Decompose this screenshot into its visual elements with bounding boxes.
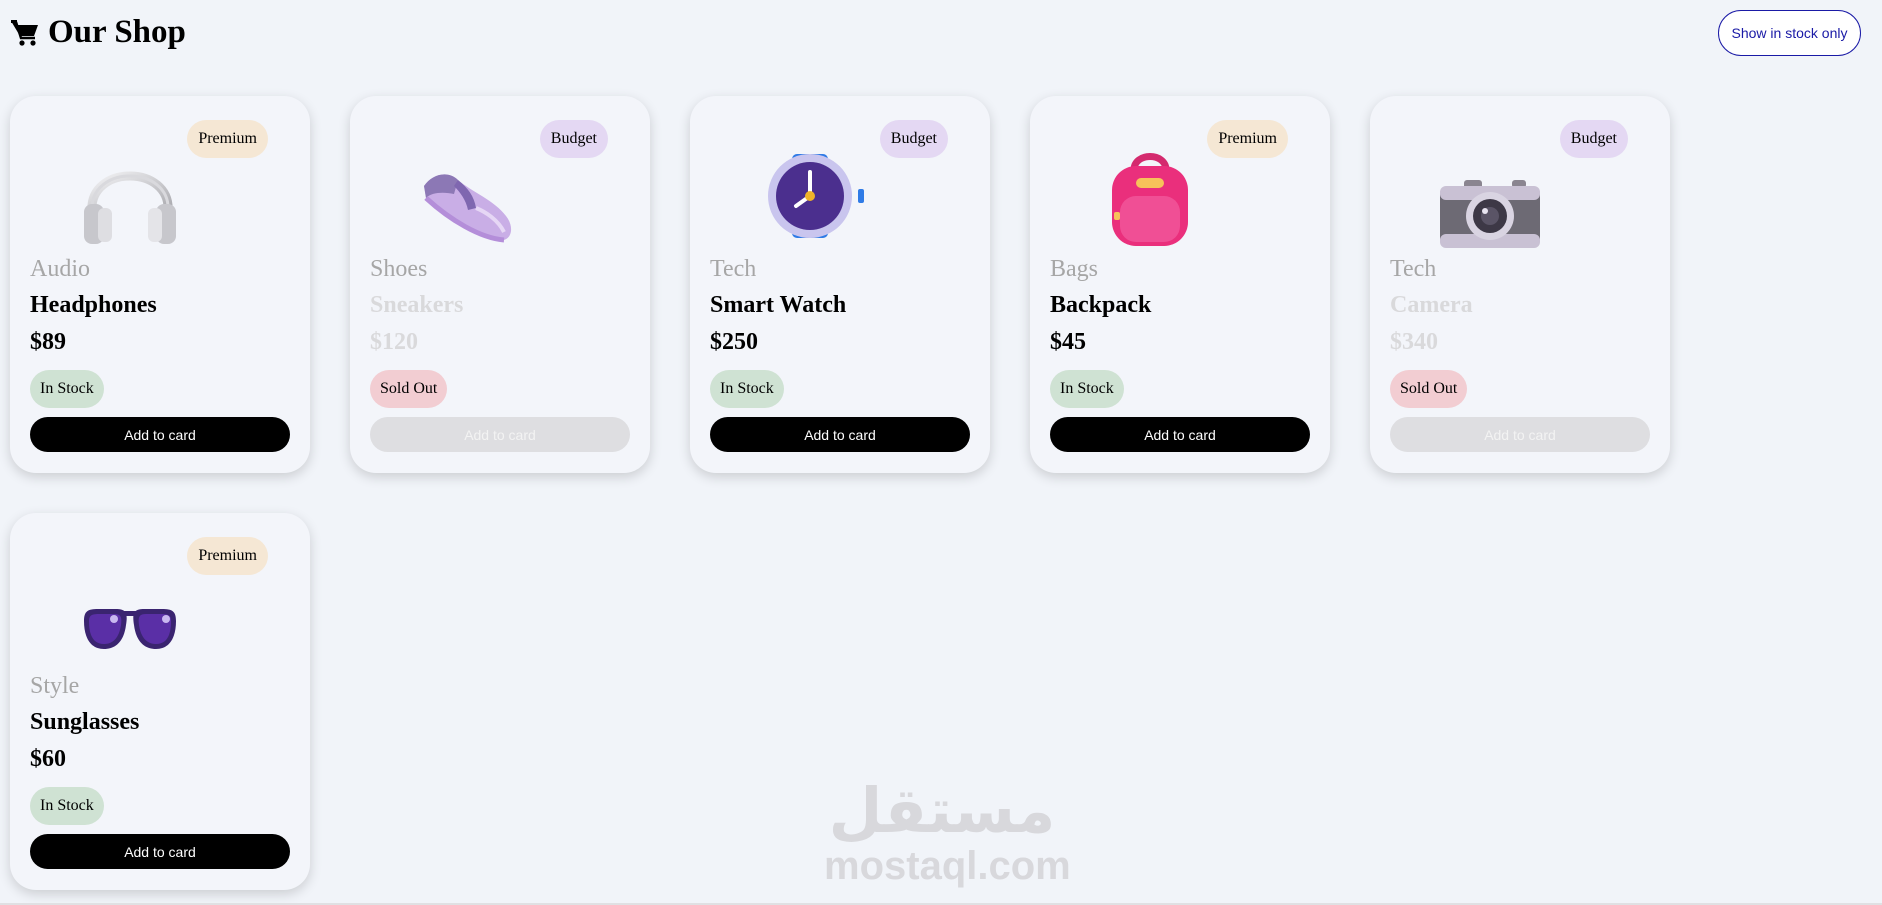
product-category: Audio (30, 256, 90, 282)
watermark-arabic: مستقل (828, 774, 1056, 847)
product-card: Premium Style Sunglasses $60 In Stock Ad… (10, 513, 310, 890)
sneaker-icon (424, 174, 512, 243)
product-category: Style (30, 673, 80, 699)
headphones-icon (84, 171, 176, 244)
product-price: $120 (370, 329, 418, 355)
product-price: $250 (710, 329, 758, 355)
product-name: Backpack (1050, 292, 1152, 318)
product-category: Tech (1390, 256, 1437, 282)
show-in-stock-only-button[interactable]: Show in stock only (1718, 10, 1861, 56)
tier-badge: Budget (539, 120, 608, 158)
add-to-card-button[interactable]: Add to card (1050, 417, 1310, 452)
product-price: $89 (30, 329, 66, 355)
tier-badge: Premium (187, 120, 268, 158)
page-title-text: Our Shop (48, 14, 186, 50)
product-category: Shoes (370, 256, 428, 282)
sunglasses-icon (84, 609, 176, 649)
page-header: Our Shop Show in stock only (0, 0, 1882, 80)
add-to-card-button: Add to card (370, 417, 630, 452)
cart-icon (11, 19, 38, 46)
product-name: Sneakers (370, 292, 464, 318)
stock-status-badge: In Stock (30, 787, 104, 825)
product-name: Smart Watch (710, 292, 847, 318)
tier-badge: Premium (1207, 120, 1288, 158)
product-price: $340 (1390, 329, 1438, 355)
add-to-card-button: Add to card (1390, 417, 1650, 452)
add-to-card-button[interactable]: Add to card (30, 834, 290, 869)
stock-status-badge: In Stock (710, 370, 784, 408)
product-card: Premium Bags Backpack $45 In Stock Add t… (1030, 96, 1330, 473)
product-category: Tech (710, 256, 757, 282)
product-card: Budget Tech Camera $340 Sold Out Add to … (1370, 96, 1670, 473)
stock-status-badge: In Stock (1050, 370, 1124, 408)
tier-badge: Premium (187, 537, 268, 575)
watermark: مستقل mostaql.com (824, 774, 1071, 888)
watch-icon (768, 154, 864, 238)
tier-badge: Budget (879, 120, 948, 158)
product-name: Camera (1390, 292, 1473, 318)
watermark-latin: mostaql.com (824, 844, 1071, 888)
product-card: Budget Shoes Sneakers $120 Sold Out Add … (350, 96, 650, 473)
stock-status-badge: Sold Out (1390, 370, 1468, 408)
backpack-icon (1112, 153, 1188, 246)
stock-status-badge: In Stock (30, 370, 104, 408)
page-title: Our Shop (10, 14, 186, 51)
product-category: Bags (1050, 256, 1098, 282)
product-name: Sunglasses (30, 709, 140, 735)
product-price: $60 (30, 746, 66, 772)
tier-badge: Budget (1559, 120, 1628, 158)
product-price: $45 (1050, 329, 1086, 355)
product-card: Premium Audio Headphones $89 In Stock Ad… (10, 96, 310, 473)
product-name: Headphones (30, 292, 157, 318)
add-to-card-button[interactable]: Add to card (30, 417, 290, 452)
product-card: Budget Tech Smart Watch $250 In Stock Ad… (690, 96, 990, 473)
camera-icon (1440, 180, 1540, 248)
add-to-card-button[interactable]: Add to card (710, 417, 970, 452)
stock-status-badge: Sold Out (370, 370, 448, 408)
